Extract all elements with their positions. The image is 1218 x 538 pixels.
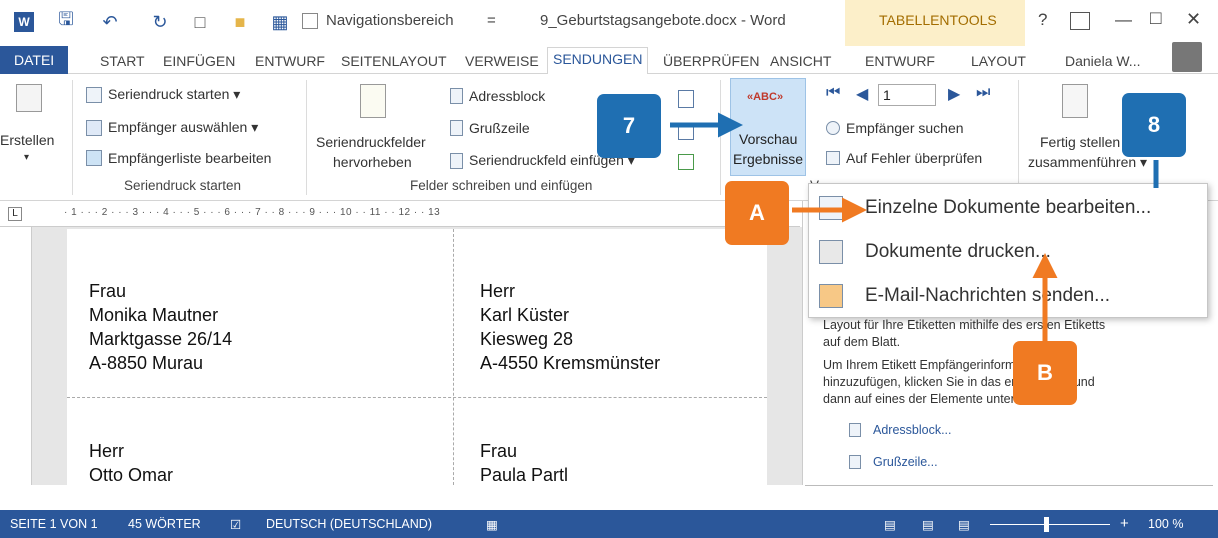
callout-8: 8 — [1122, 93, 1186, 157]
annotation-arrows — [670, 112, 1159, 342]
callout-b: B — [1013, 341, 1077, 405]
callout-a: A — [725, 181, 789, 245]
callout-7: 7 — [597, 94, 661, 158]
